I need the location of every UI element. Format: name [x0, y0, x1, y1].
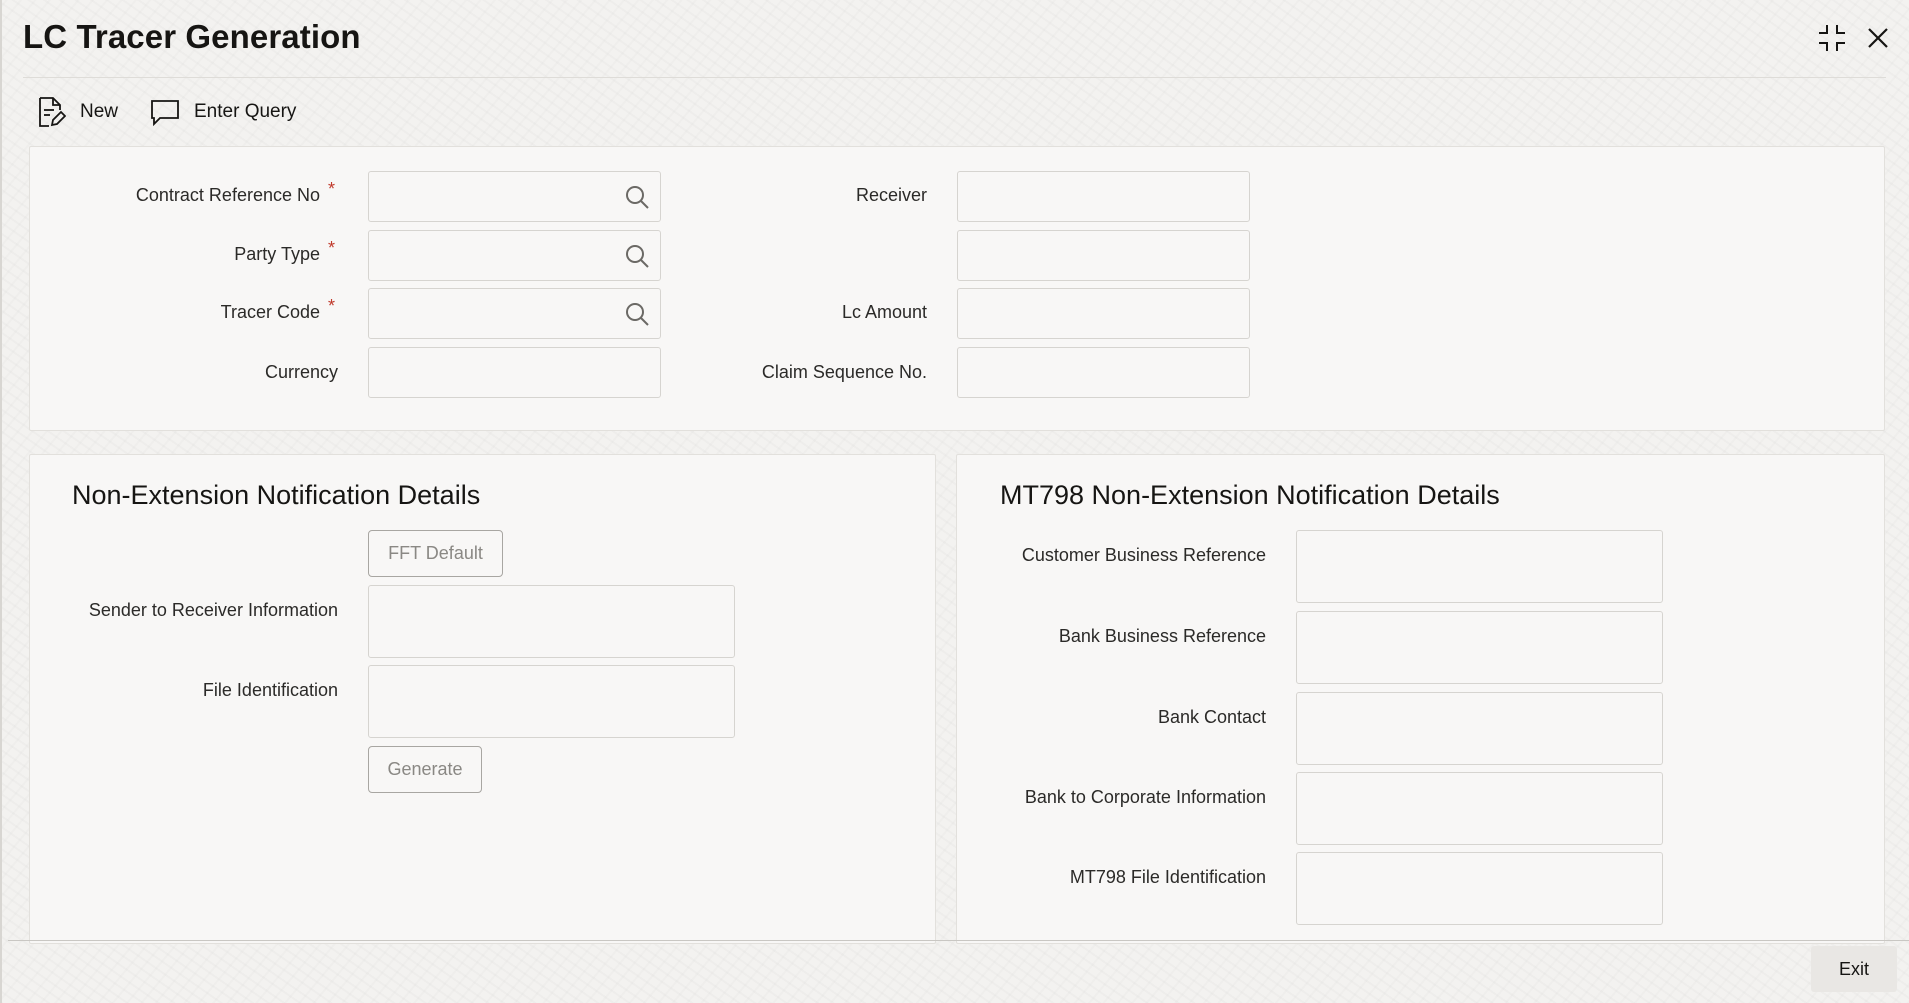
required-asterisk: * — [328, 296, 336, 316]
receiver-name-input[interactable] — [958, 231, 1249, 280]
tracer-code-field[interactable] — [368, 288, 661, 339]
party-type-label: Party Type — [234, 244, 320, 264]
receiver-label: Receiver — [855, 185, 927, 205]
mt798-file-identification-label: MT798 File Identification — [1069, 867, 1266, 887]
claim-sequence-label: Claim Sequence No. — [761, 362, 927, 382]
file-identification-input[interactable] — [369, 666, 734, 737]
party-type-input[interactable] — [369, 231, 660, 280]
non-extension-title: Non-Extension Notification Details — [72, 480, 481, 510]
bank-contact-label: Bank Contact — [1157, 707, 1266, 727]
minimize-icon[interactable] — [1814, 20, 1850, 56]
required-asterisk: * — [328, 179, 336, 199]
file-identification-field[interactable] — [368, 665, 735, 738]
new-label: New — [80, 101, 119, 122]
new-button[interactable]: New — [36, 92, 118, 132]
title-divider — [23, 77, 1886, 78]
currency-input[interactable] — [369, 348, 660, 397]
bank-contact-input[interactable] — [1297, 693, 1662, 764]
tracer-code-input[interactable] — [369, 289, 660, 338]
page-title: LC Tracer Generation — [23, 18, 361, 55]
required-asterisk: * — [328, 238, 336, 258]
bank-business-reference-field[interactable] — [1296, 611, 1663, 684]
generate-button[interactable]: Generate — [368, 746, 482, 793]
bank-business-reference-input[interactable] — [1297, 612, 1662, 683]
customer-business-reference-field[interactable] — [1296, 530, 1663, 603]
new-document-icon — [39, 97, 66, 127]
bank-to-corporate-label: Bank to Corporate Information — [1024, 787, 1266, 807]
bank-contact-field[interactable] — [1296, 692, 1663, 765]
close-icon[interactable] — [1860, 20, 1896, 56]
contract-reference-label: Contract Reference No — [135, 185, 320, 205]
sender-to-receiver-field[interactable] — [368, 585, 735, 658]
party-type-field[interactable] — [368, 230, 661, 281]
customer-business-reference-label: Customer Business Reference — [1021, 545, 1266, 565]
enter-query-button[interactable]: Enter Query — [150, 92, 296, 132]
enter-query-label: Enter Query — [194, 101, 297, 122]
sender-to-receiver-label: Sender to Receiver Information — [88, 600, 338, 620]
claim-sequence-input[interactable] — [958, 348, 1249, 397]
mt798-file-identification-input[interactable] — [1297, 853, 1662, 924]
mt798-title: MT798 Non-Extension Notification Details — [1000, 480, 1500, 510]
search-icon[interactable] — [624, 243, 650, 269]
file-identification-label: File Identification — [202, 680, 338, 700]
lc-amount-label: Lc Amount — [841, 302, 927, 322]
sender-to-receiver-input[interactable] — [369, 586, 734, 657]
bank-business-reference-label: Bank Business Reference — [1058, 626, 1266, 646]
mt798-file-identification-field[interactable] — [1296, 852, 1663, 925]
currency-label: Currency — [264, 362, 338, 382]
window-frame-edge — [0, 0, 2, 1003]
bank-to-corporate-input[interactable] — [1297, 773, 1662, 844]
search-icon[interactable] — [624, 301, 650, 327]
receiver-input[interactable] — [958, 172, 1249, 221]
contract-reference-input[interactable] — [369, 172, 660, 221]
receiver-field[interactable] — [957, 171, 1250, 222]
currency-field[interactable] — [368, 347, 661, 398]
tracer-code-label: Tracer Code — [220, 302, 320, 322]
customer-business-reference-input[interactable] — [1297, 531, 1662, 602]
fft-default-button[interactable]: FFT Default — [368, 530, 503, 577]
lc-amount-field[interactable] — [957, 288, 1250, 339]
receiver-name-field[interactable] — [957, 230, 1250, 281]
query-chat-icon — [151, 100, 179, 126]
exit-button[interactable]: Exit — [1811, 946, 1897, 992]
lc-amount-input[interactable] — [958, 289, 1249, 338]
contract-reference-field[interactable] — [368, 171, 661, 222]
search-icon[interactable] — [624, 184, 650, 210]
footer-bar: Exit — [0, 941, 1909, 1003]
claim-sequence-field[interactable] — [957, 347, 1250, 398]
bank-to-corporate-field[interactable] — [1296, 772, 1663, 845]
